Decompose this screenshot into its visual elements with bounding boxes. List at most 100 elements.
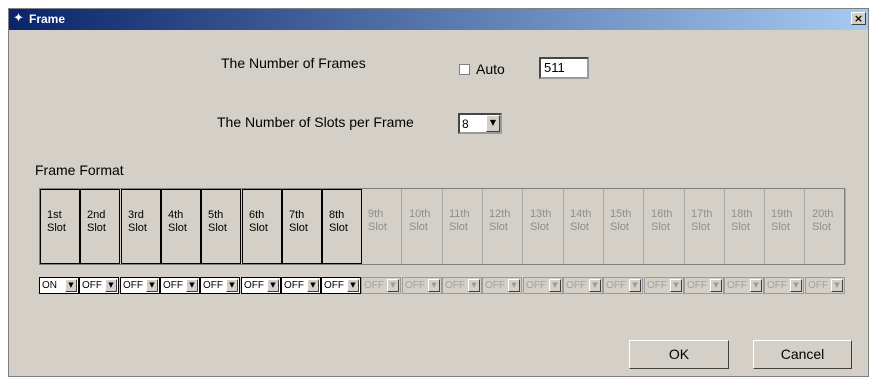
slot-state-select-17: OFF ▼ xyxy=(684,277,724,294)
slot-header-18: 18th Slot xyxy=(725,189,765,264)
slot-word: Slot xyxy=(249,222,268,234)
chevron-down-icon[interactable]: ▼ xyxy=(347,279,359,292)
slot-ordinal: 2nd xyxy=(87,209,106,221)
slot-state-select-1[interactable]: ON ▼ xyxy=(39,277,79,294)
slot-state-select-11: OFF ▼ xyxy=(442,277,482,294)
slot-header-11: 11th Slot xyxy=(443,189,483,264)
slot-state-value: OFF xyxy=(485,280,505,291)
slot-state-select-16: OFF ▼ xyxy=(644,277,684,294)
chevron-down-icon[interactable]: ▼ xyxy=(486,115,500,132)
slot-state-value: OFF xyxy=(445,280,465,291)
slot-state-select-2[interactable]: OFF ▼ xyxy=(79,277,119,294)
close-icon: × xyxy=(853,12,864,25)
slot-word: Slot xyxy=(530,221,549,233)
slot-state-value: OFF xyxy=(364,280,384,291)
slot-word: Slot xyxy=(329,222,348,234)
slot-header-20: 20th Slot xyxy=(806,189,846,264)
slot-state-select-4[interactable]: OFF ▼ xyxy=(160,277,200,294)
slot-header-2: 2nd Slot xyxy=(80,189,120,264)
slot-ordinal: 3rd xyxy=(128,209,144,221)
chevron-down-icon[interactable]: ▼ xyxy=(267,279,279,292)
slot-word: Slot xyxy=(812,221,831,233)
slot-header-10: 10th Slot xyxy=(403,189,443,264)
slot-word: Slot xyxy=(570,221,589,233)
slot-word: Slot xyxy=(208,222,227,234)
slot-ordinal: 9th xyxy=(368,208,384,220)
slot-ordinal: 14th xyxy=(570,208,592,220)
slot-state-value: OFF xyxy=(203,280,223,291)
slots-per-frame-value: 8 xyxy=(462,117,469,131)
slot-state-value: OFF xyxy=(405,280,425,291)
slot-header-16: 16th Slot xyxy=(645,189,685,264)
frame-dialog: ✦ Frame × The Number of Frames Auto 511 … xyxy=(8,8,869,377)
slot-state-value: OFF xyxy=(244,280,264,291)
slot-state-value: OFF xyxy=(82,280,102,291)
chevron-down-icon[interactable]: ▼ xyxy=(105,279,117,292)
slot-word: Slot xyxy=(771,221,790,233)
slot-word: Slot xyxy=(610,221,629,233)
cancel-button[interactable]: Cancel xyxy=(753,340,852,369)
slot-state-value: OFF xyxy=(123,280,143,291)
chevron-down-icon: ▼ xyxy=(387,279,399,292)
frames-input[interactable]: 511 xyxy=(539,57,589,79)
slot-header-14: 14th Slot xyxy=(564,189,604,264)
slot-word: Slot xyxy=(449,221,468,233)
slot-state-select-19: OFF ▼ xyxy=(764,277,804,294)
slot-ordinal: 20th xyxy=(812,208,834,220)
ok-button[interactable]: OK xyxy=(629,340,729,369)
slot-state-select-5[interactable]: OFF ▼ xyxy=(200,277,240,294)
slot-ordinal: 4th xyxy=(168,209,184,221)
auto-label: Auto xyxy=(476,61,505,77)
slot-ordinal: 11th xyxy=(449,208,470,220)
slot-state-select-10: OFF ▼ xyxy=(402,277,442,294)
slot-state-value: OFF xyxy=(163,280,183,291)
slot-word: Slot xyxy=(489,221,508,233)
slot-header-3: 3rd Slot xyxy=(121,189,161,264)
slot-state-value: OFF xyxy=(808,280,828,291)
chevron-down-icon: ▼ xyxy=(468,279,480,292)
close-button[interactable]: × xyxy=(851,12,866,25)
chevron-down-icon[interactable]: ▼ xyxy=(186,279,198,292)
chevron-down-icon: ▼ xyxy=(670,279,682,292)
slot-header-4: 4th Slot xyxy=(161,189,201,264)
slot-ordinal: 12th xyxy=(489,208,511,220)
slot-state-select-3[interactable]: OFF ▼ xyxy=(120,277,160,294)
slot-ordinal: 1st xyxy=(47,209,62,221)
slot-state-select-12: OFF ▼ xyxy=(482,277,522,294)
chevron-down-icon: ▼ xyxy=(428,279,440,292)
frame-format-label: Frame Format xyxy=(35,162,124,178)
slot-header-5: 5th Slot xyxy=(201,189,241,264)
slot-header-15: 15th Slot xyxy=(604,189,644,264)
slot-word: Slot xyxy=(128,222,147,234)
slot-state-select-20: OFF ▼ xyxy=(805,277,845,294)
slot-state-value: OFF xyxy=(566,280,586,291)
slot-header-12: 12th Slot xyxy=(483,189,523,264)
slot-word: Slot xyxy=(168,222,187,234)
slot-state-value: OFF xyxy=(606,280,626,291)
slot-state-select-8[interactable]: OFF ▼ xyxy=(321,277,361,294)
slot-state-value: OFF xyxy=(324,280,344,291)
slot-ordinal: 17th xyxy=(691,208,713,220)
chevron-down-icon[interactable]: ▼ xyxy=(65,279,77,292)
chevron-down-icon[interactable]: ▼ xyxy=(226,279,238,292)
chevron-down-icon[interactable]: ▼ xyxy=(307,279,319,292)
slot-state-select-6[interactable]: OFF ▼ xyxy=(241,277,281,294)
slot-word: Slot xyxy=(368,221,387,233)
slot-state-select-13: OFF ▼ xyxy=(523,277,563,294)
slot-ordinal: 19th xyxy=(771,208,793,220)
slot-state-select-7[interactable]: OFF ▼ xyxy=(281,277,321,294)
slot-header-19: 19th Slot xyxy=(765,189,805,264)
slot-ordinal: 10th xyxy=(409,208,431,220)
slot-header-17: 17th Slot xyxy=(685,189,725,264)
slot-ordinal: 5th xyxy=(208,209,224,221)
slot-state-value: OFF xyxy=(526,280,546,291)
slots-per-frame-select[interactable]: 8 ▼ xyxy=(458,113,502,134)
slot-header-8: 8th Slot xyxy=(322,189,362,264)
chevron-down-icon: ▼ xyxy=(710,279,722,292)
auto-checkbox[interactable] xyxy=(459,64,470,75)
chevron-down-icon[interactable]: ▼ xyxy=(146,279,158,292)
slot-ordinal: 18th xyxy=(731,208,753,220)
title-bar[interactable]: ✦ Frame × xyxy=(9,9,868,30)
slot-header-6: 6th Slot xyxy=(242,189,282,264)
chevron-down-icon: ▼ xyxy=(790,279,802,292)
